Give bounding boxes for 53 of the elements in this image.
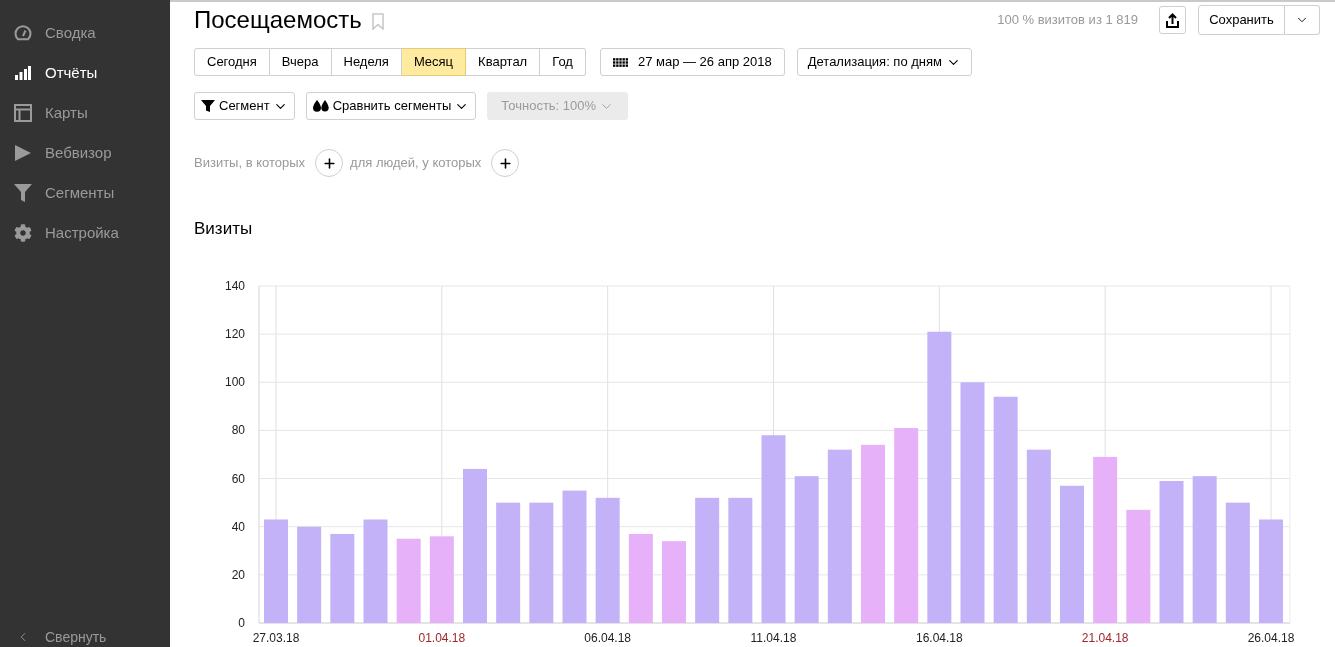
layout-icon xyxy=(14,104,32,122)
visits-summary: 100 % визитов из 1 819 xyxy=(997,11,1138,30)
period-tab[interactable]: Год xyxy=(540,48,586,76)
funnel-icon xyxy=(201,100,215,112)
add-condition-button[interactable] xyxy=(315,149,344,177)
axis-label: 26.04.18 xyxy=(1247,631,1295,645)
axis-label: 100 xyxy=(224,375,245,390)
period-tab[interactable]: Сегодня xyxy=(194,48,270,76)
detail-dropdown[interactable]: Детализация: по дням xyxy=(796,48,972,76)
save-button[interactable]: Сохранить xyxy=(1198,5,1285,35)
collapse-button[interactable]: Свернуть xyxy=(0,627,170,647)
sidebar-item[interactable]: Карты xyxy=(0,93,170,133)
sidebar-item[interactable]: Вебвизор xyxy=(0,133,170,173)
chart-title: Визиты xyxy=(194,219,253,239)
sidebar-item[interactable]: Настройка xyxy=(0,213,170,253)
gauge-icon xyxy=(14,24,32,42)
filter-dropdown[interactable]: Сравнить сегменты xyxy=(305,92,477,120)
share-button[interactable] xyxy=(1159,6,1186,34)
axis-label: 11.04.18 xyxy=(750,631,797,645)
axis-label: 21.04.18 xyxy=(1081,631,1129,645)
play-icon xyxy=(15,145,31,161)
axis-label: 80 xyxy=(231,423,245,438)
period-tab[interactable]: Вчера xyxy=(269,48,332,76)
drops-icon xyxy=(312,100,329,112)
axis-label: 140 xyxy=(224,279,245,293)
axis-label: 20 xyxy=(231,567,245,582)
settings-icon xyxy=(14,224,32,242)
plus-icon xyxy=(497,155,513,171)
period-tab[interactable]: Неделя xyxy=(331,48,402,76)
share-icon xyxy=(1166,12,1179,28)
axis-label: 06.04.18 xyxy=(584,631,632,645)
axis-label: 01.04.18 xyxy=(418,631,466,645)
period-tab[interactable]: Месяц xyxy=(401,48,467,76)
axis-label: 60 xyxy=(231,471,245,486)
add-condition-button[interactable] xyxy=(491,149,520,177)
axis-label: 40 xyxy=(231,519,245,534)
funnel-icon xyxy=(14,184,32,202)
page-title: Посещаемость xyxy=(194,5,362,35)
plus-icon xyxy=(321,155,337,171)
sidebar-item[interactable]: Отчёты xyxy=(0,53,170,93)
filter-dropdown[interactable]: Сегмент xyxy=(194,92,295,120)
axis-label: 16.04.18 xyxy=(915,631,963,645)
date-range-button[interactable]: 27 мар — 26 апр 2018 xyxy=(599,48,785,76)
dot-grid-icon xyxy=(612,57,628,67)
axis-label: 120 xyxy=(224,327,245,342)
sidebar-item[interactable]: Сегменты xyxy=(0,173,170,213)
condition-label: для людей, у которых xyxy=(350,154,482,173)
axis-label: 27.03.18 xyxy=(252,631,300,645)
period-tab[interactable]: Квартал xyxy=(466,48,541,76)
condition-label: Визиты, в которых xyxy=(194,154,306,173)
axis-label: 0 xyxy=(238,616,245,630)
sidebar-item[interactable]: Сводка xyxy=(0,13,170,53)
bar-chart-icon xyxy=(15,66,31,80)
